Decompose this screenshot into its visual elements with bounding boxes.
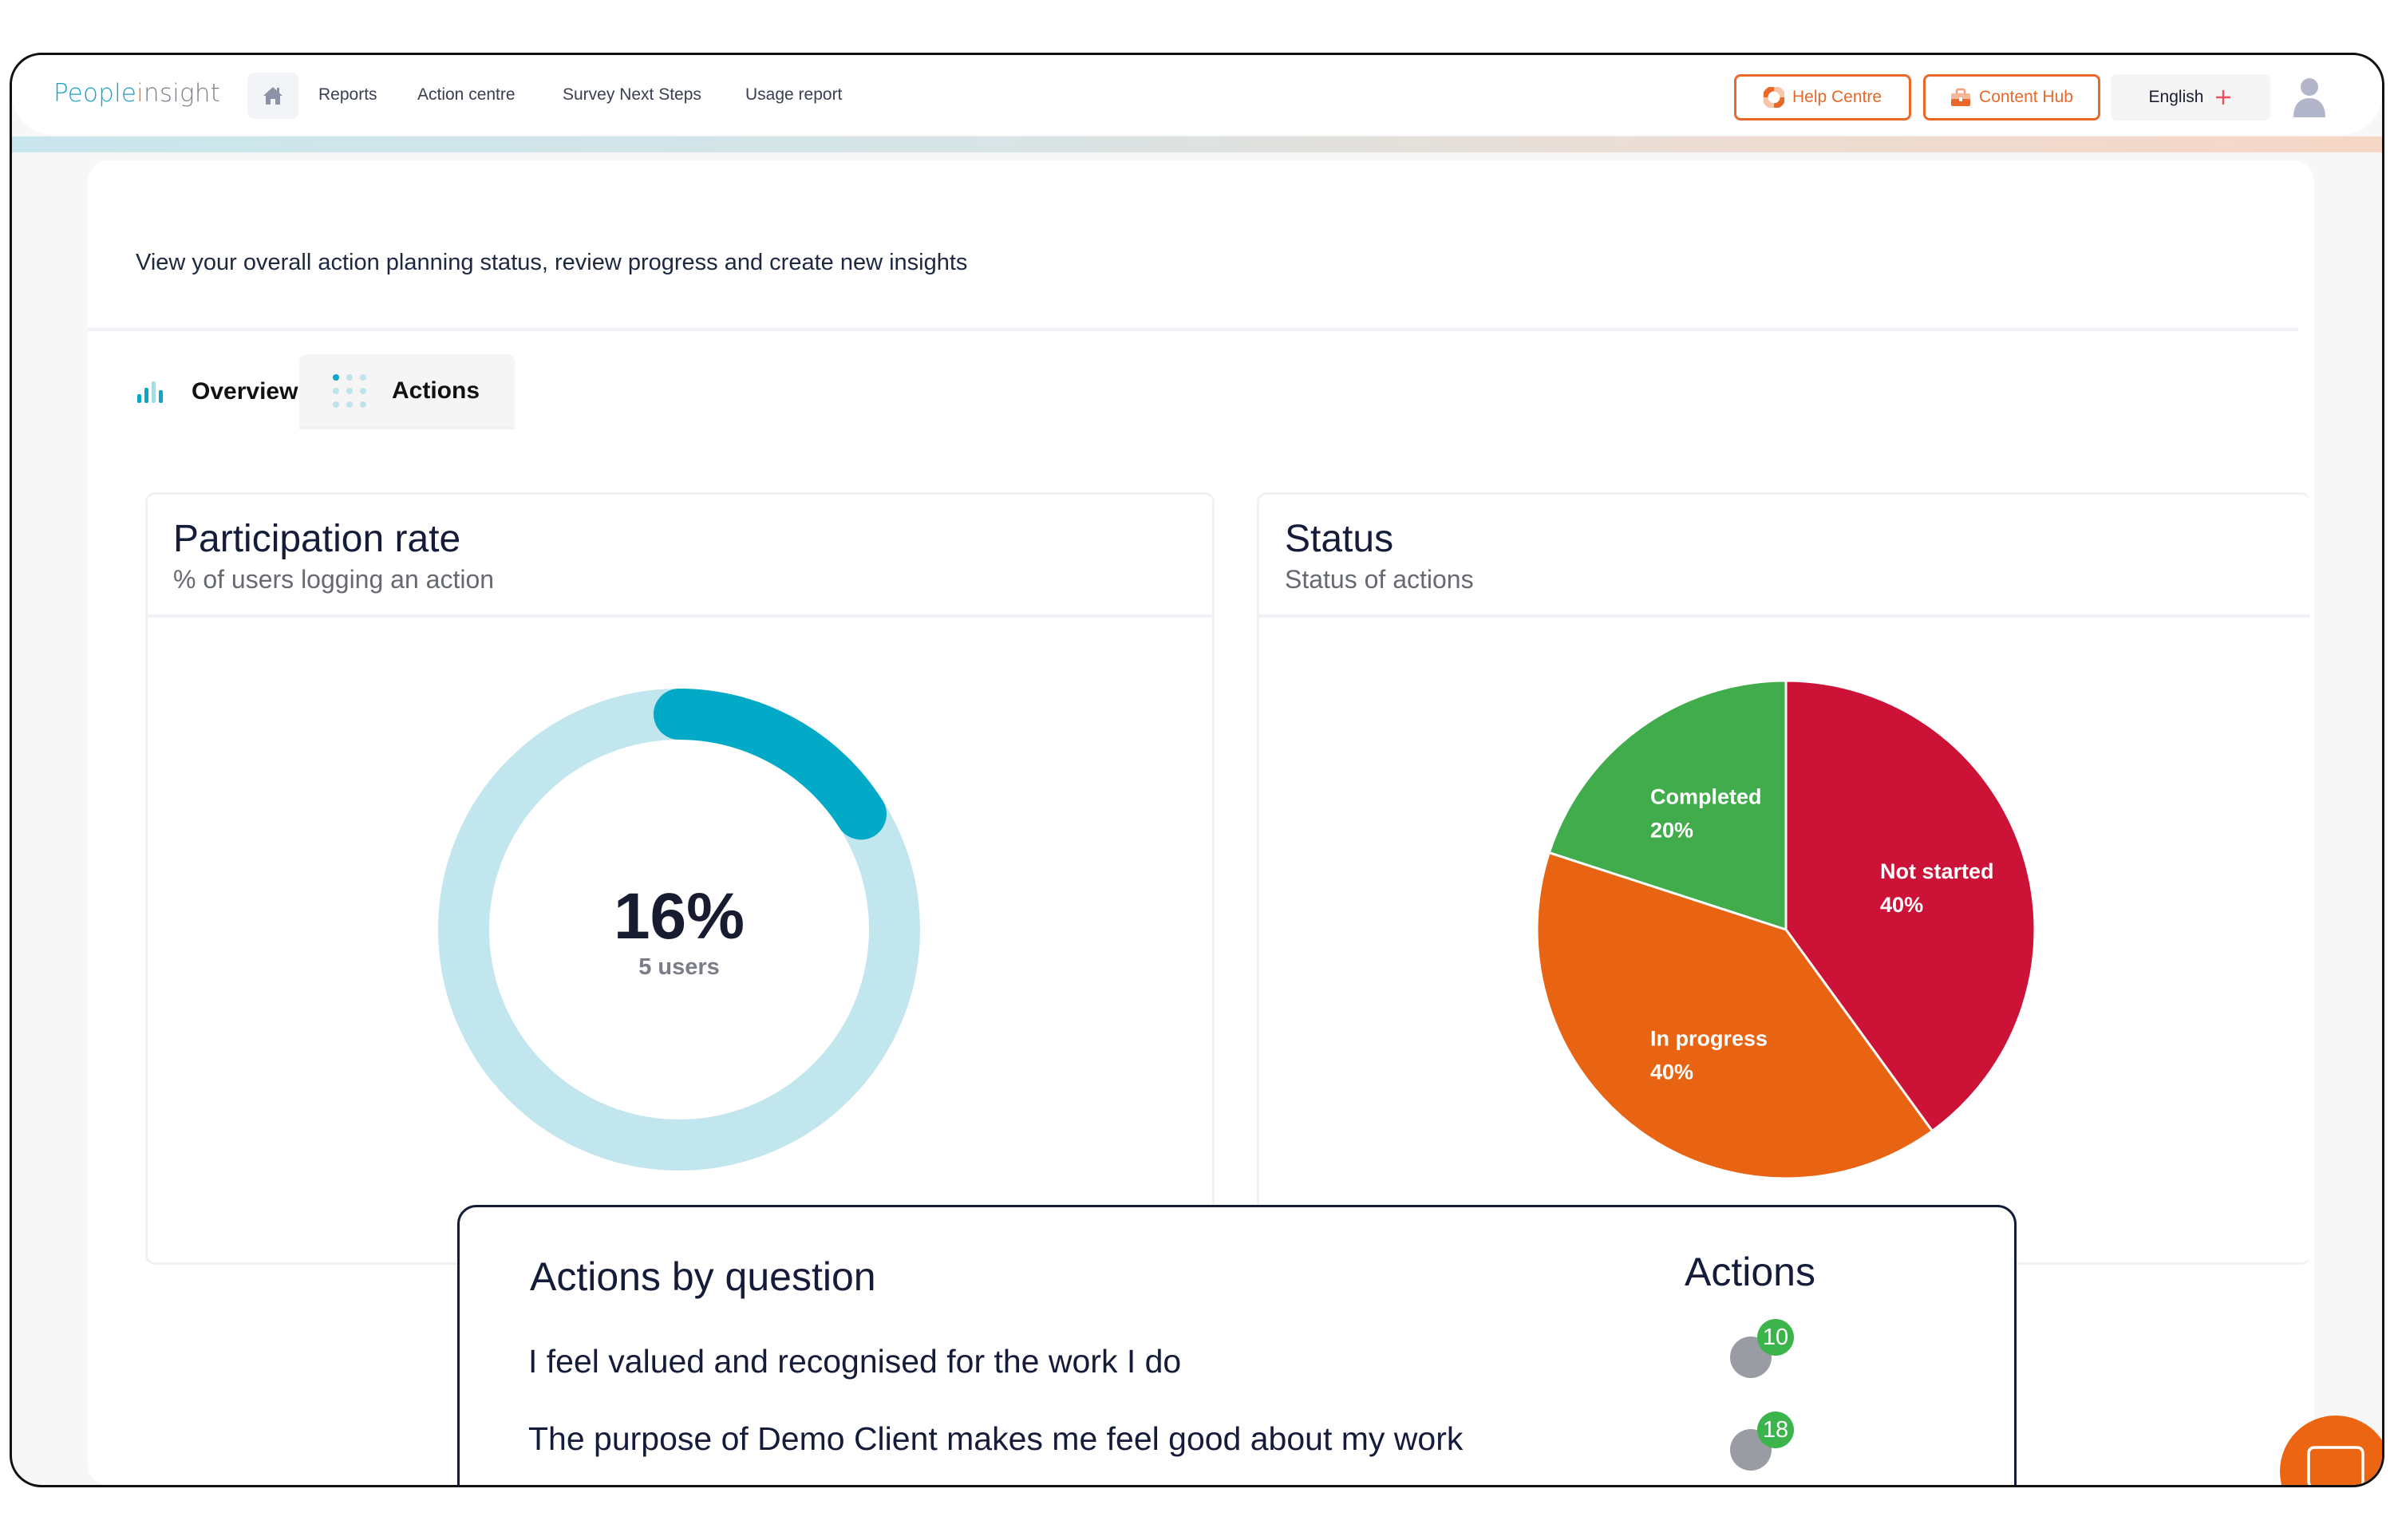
status-pie-chart: Not started 40% In progress 40% Completed 20% [1535, 679, 2036, 1180]
donut-center-label: 16% 5 users [559, 884, 799, 981]
actions-by-question-panel: Actions by question Actions I feel value… [457, 1205, 2017, 1485]
status-card: Status Status of actions Not started 40% I… [1257, 492, 2310, 1265]
action-count: 10 [1757, 1319, 1794, 1356]
action-count: 18 [1757, 1412, 1794, 1448]
status-title: Status [1285, 518, 1394, 560]
question-row[interactable]: The purpose of Demo Client makes me feel… [528, 1420, 1463, 1458]
pie-label: In progress [1650, 1026, 1768, 1050]
participation-subtitle: % of users logging an action [173, 565, 495, 594]
briefcase-icon [1951, 88, 1971, 106]
content-hub-button[interactable]: Content Hub [1923, 74, 2100, 120]
card-divider [1259, 614, 2310, 618]
bar-chart-icon [137, 381, 163, 403]
action-count-badge[interactable]: 18 [1730, 1412, 1802, 1471]
chat-bubble-icon [2307, 1446, 2364, 1485]
divider [88, 328, 2298, 331]
app-window: Peopleinsight Reports Action centre Surv… [10, 53, 2384, 1487]
nav-survey-next-steps[interactable]: Survey Next Steps [563, 85, 701, 105]
pie-value-label: 20% [1650, 819, 1693, 843]
question-row[interactable]: I feel valued and recognised for the wor… [528, 1343, 1181, 1380]
lifebuoy-icon [1763, 87, 1784, 108]
donut-progress-arc [654, 689, 887, 840]
participation-rate-card: Participation rate % of users logging an… [145, 492, 1215, 1265]
actions-by-question-title: Actions by question [530, 1254, 876, 1299]
header-gradient-strip [12, 136, 2382, 152]
home-icon [263, 87, 282, 105]
user-avatar-icon[interactable] [2290, 76, 2329, 119]
people-insight-logo[interactable]: Peopleinsight [53, 79, 220, 108]
help-centre-button[interactable]: Help Centre [1734, 74, 1911, 120]
participation-value: 16% [613, 880, 745, 953]
language-selector[interactable]: English [2111, 74, 2270, 120]
pie-label: Completed [1650, 785, 1762, 809]
participation-users: 5 users [638, 954, 720, 980]
card-divider [148, 614, 1212, 618]
nav-action-centre[interactable]: Action centre [417, 85, 516, 105]
pie-value-label: 40% [1650, 1060, 1693, 1084]
plus-icon [2216, 90, 2231, 105]
status-subtitle: Status of actions [1285, 565, 1474, 594]
page-intro: View your overall action planning status… [136, 250, 968, 275]
nav-usage-report[interactable]: Usage report [745, 85, 842, 105]
tab-actions[interactable]: Actions [299, 354, 515, 429]
participation-title: Participation rate [173, 518, 461, 560]
top-navbar: Peopleinsight Reports Action centre Surv… [12, 55, 2382, 135]
tab-overview[interactable]: Overview [104, 354, 330, 429]
home-button[interactable] [247, 73, 298, 119]
action-count-badge[interactable]: 10 [1730, 1319, 1802, 1378]
logo-i-figure: i [136, 79, 144, 108]
dots-grid-icon [333, 373, 366, 408]
actions-column-header: Actions [1685, 1250, 1815, 1294]
nav-reports[interactable]: Reports [318, 85, 377, 105]
pie-label: Not started [1880, 859, 1994, 883]
pie-value-label: 40% [1880, 893, 1923, 917]
